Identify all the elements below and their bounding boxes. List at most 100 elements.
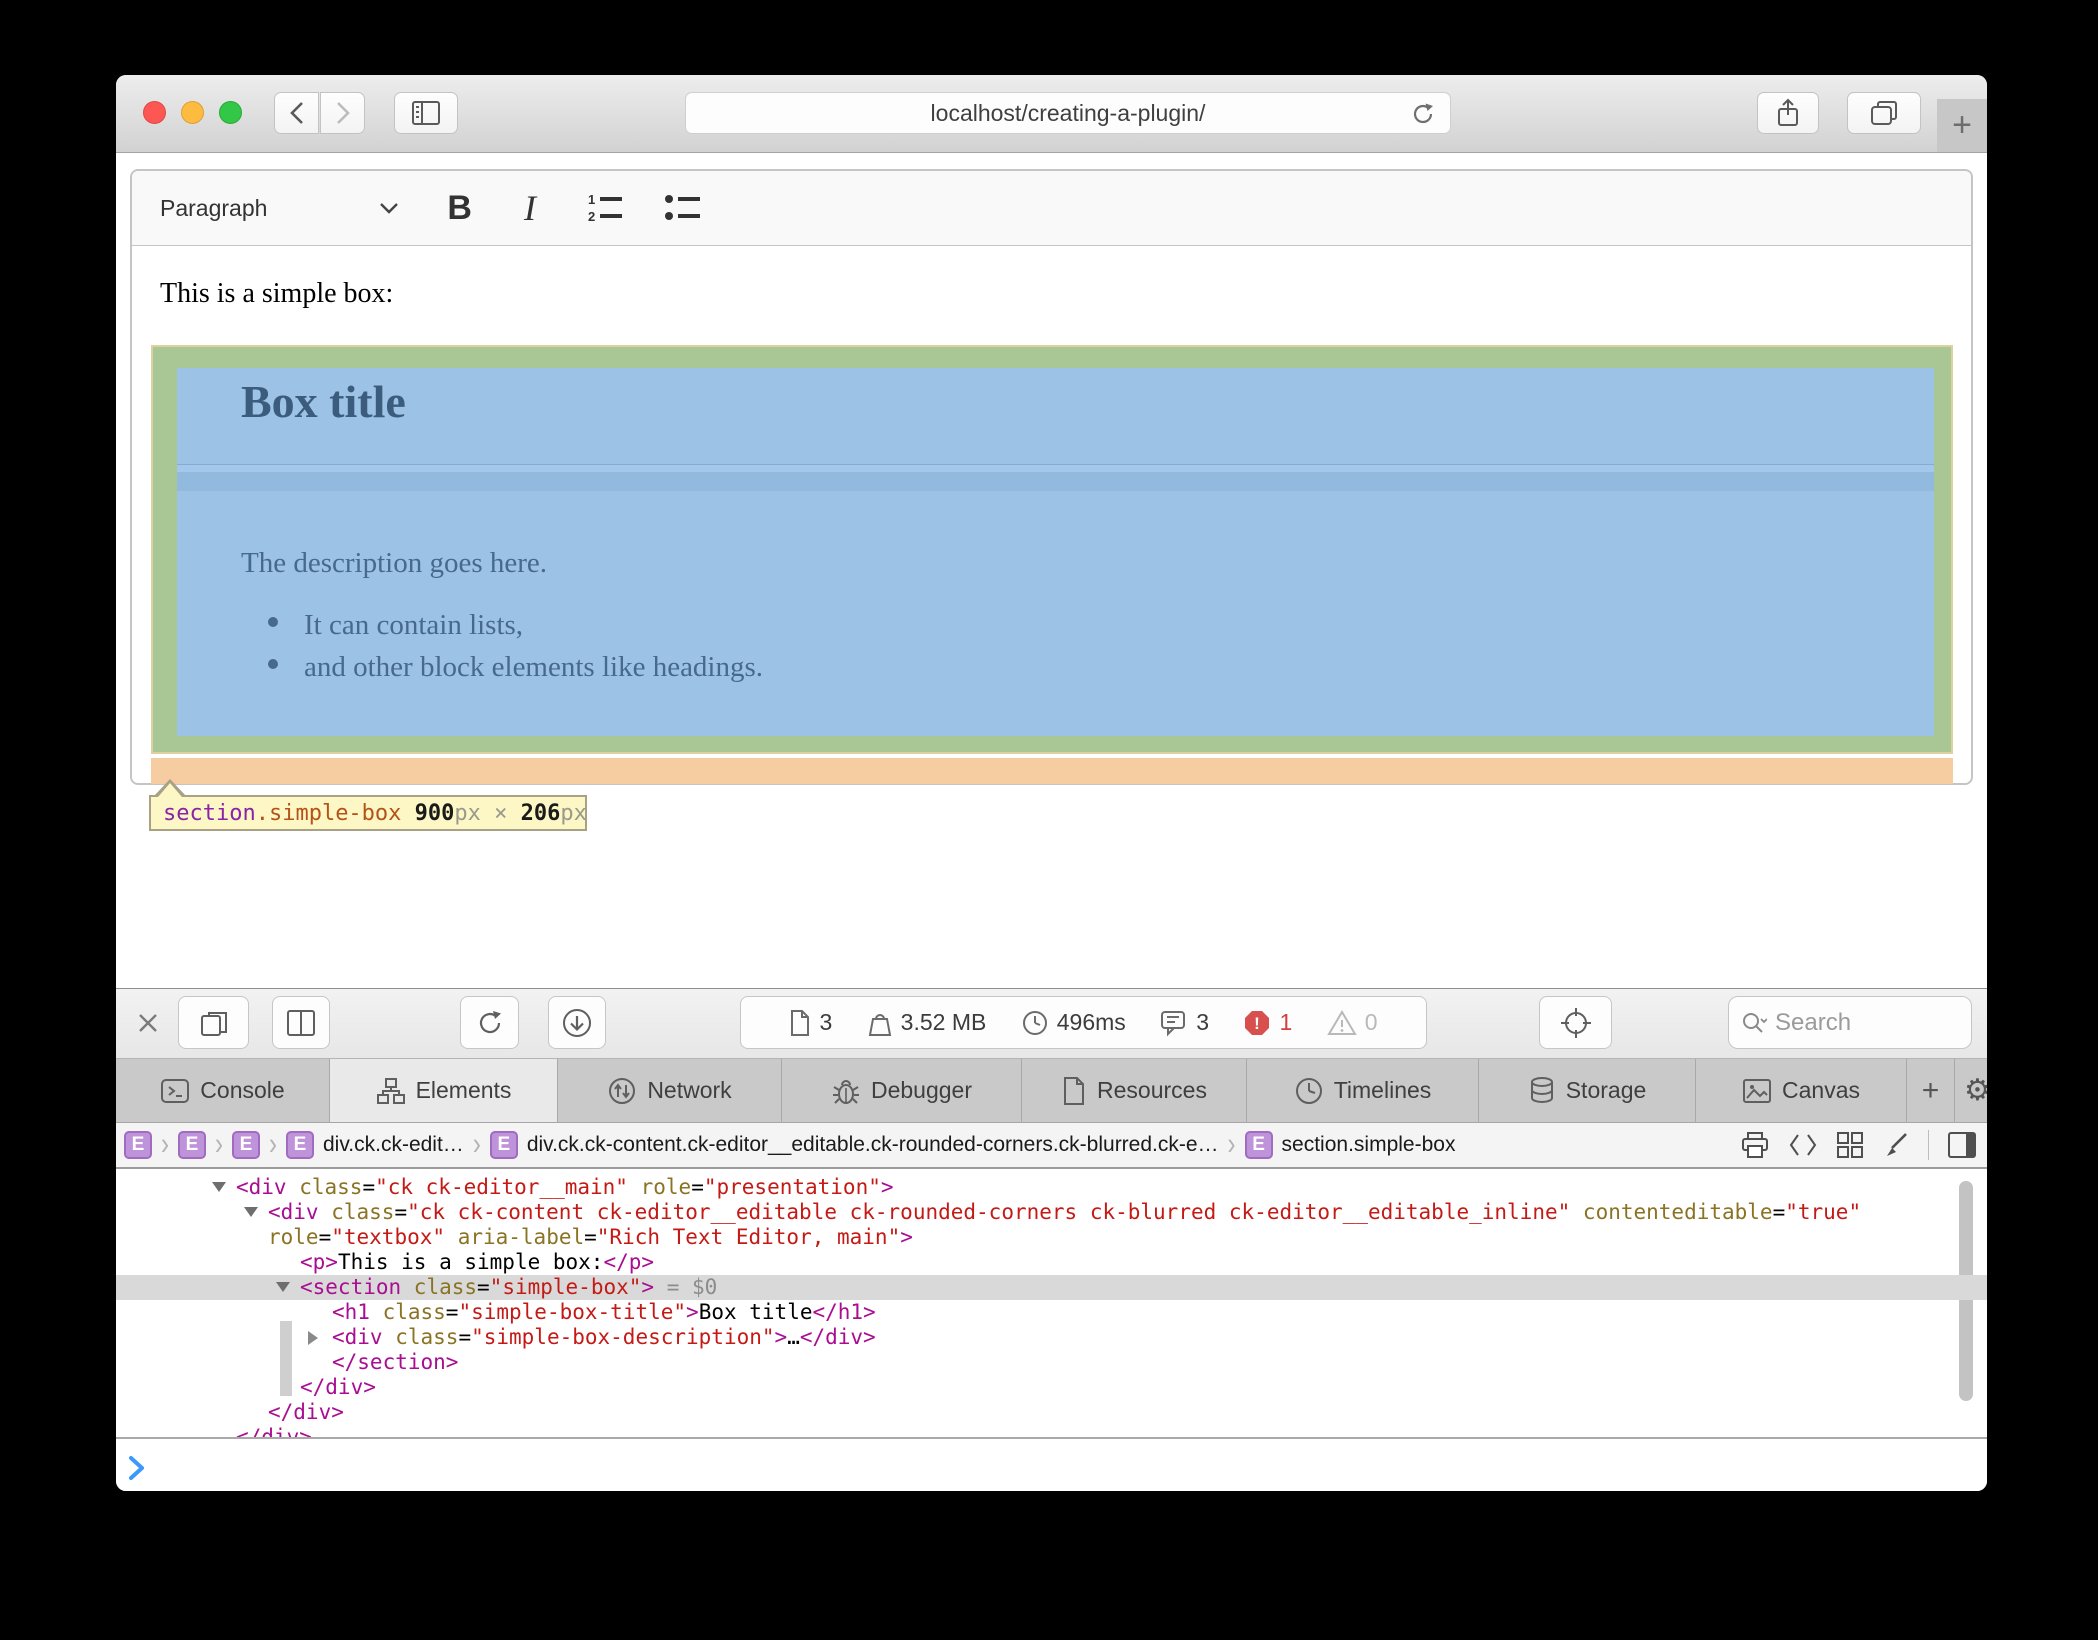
tab-overview-button[interactable] bbox=[1847, 92, 1921, 134]
tab-console[interactable]: Console bbox=[116, 1059, 330, 1122]
collapse-triangle-icon[interactable] bbox=[244, 1207, 258, 1217]
breadcrumb-item[interactable]: Esection.simple-box bbox=[1245, 1131, 1456, 1159]
dom-tree-row[interactable]: <div class="ck ck-content ck-editor__edi… bbox=[116, 1200, 1987, 1225]
box-list-item[interactable]: It can contain lists, bbox=[268, 609, 763, 642]
resources-icon bbox=[1061, 1076, 1087, 1106]
simple-box-highlight[interactable]: Box title The description goes here. It … bbox=[151, 345, 1953, 754]
numbered-list-button[interactable]: 12 bbox=[586, 191, 628, 225]
dom-tree-row[interactable]: </div> bbox=[116, 1375, 1987, 1400]
network-icon bbox=[607, 1076, 637, 1106]
inspector-toolbar: 33.52 MB496ms3!10 Search bbox=[116, 989, 1987, 1059]
storage-icon bbox=[1528, 1076, 1556, 1106]
collapse-triangle-icon[interactable] bbox=[276, 1282, 290, 1292]
bulleted-list-button[interactable] bbox=[664, 191, 704, 225]
element-picker-button[interactable] bbox=[1539, 996, 1612, 1049]
bold-button[interactable]: B bbox=[447, 189, 472, 228]
tab-label: Canvas bbox=[1782, 1077, 1860, 1104]
close-inspector-icon[interactable] bbox=[136, 1011, 160, 1035]
details-sidebar-toggle-icon[interactable] bbox=[1947, 1131, 1977, 1159]
paragraph-dropdown[interactable]: Paragraph bbox=[160, 195, 267, 222]
stat-warning[interactable]: 0 bbox=[1327, 1009, 1378, 1037]
address-bar[interactable]: localhost/creating-a-plugin/ bbox=[685, 92, 1451, 134]
italic-button[interactable]: I bbox=[524, 187, 536, 229]
breadcrumb-item[interactable]: E bbox=[232, 1131, 260, 1159]
stat-error[interactable]: !1 bbox=[1243, 1009, 1292, 1037]
tab-resources[interactable]: Resources bbox=[1022, 1059, 1247, 1122]
back-button[interactable] bbox=[274, 92, 319, 134]
inspector-search-field[interactable]: Search bbox=[1728, 996, 1972, 1049]
stat-weight[interactable]: 3.52 MB bbox=[867, 1009, 987, 1037]
share-button[interactable] bbox=[1757, 92, 1819, 134]
sidebar-toggle-button[interactable] bbox=[394, 92, 458, 134]
chevron-down-icon[interactable] bbox=[377, 200, 401, 216]
tooltip-pointer bbox=[158, 783, 182, 797]
tab-network[interactable]: Network bbox=[558, 1059, 782, 1122]
dom-tree-row[interactable]: </div> bbox=[116, 1425, 1987, 1437]
expand-triangle-icon[interactable] bbox=[308, 1331, 318, 1345]
breadcrumb-item[interactable]: Ediv.ck.ck-edit… bbox=[286, 1131, 464, 1159]
tab-add[interactable]: + bbox=[1907, 1059, 1955, 1122]
resource-stats-button[interactable]: 33.52 MB496ms3!10 bbox=[740, 996, 1427, 1049]
sidebar-icon bbox=[411, 100, 441, 126]
box-title-text[interactable]: Box title bbox=[241, 375, 406, 428]
box-list-item-text: and other block elements like headings. bbox=[304, 651, 763, 684]
reload-page-button[interactable] bbox=[460, 996, 519, 1049]
close-window-button[interactable] bbox=[143, 101, 166, 124]
box-list-item[interactable]: and other block elements like headings. bbox=[268, 651, 763, 684]
tabs-icon bbox=[1869, 99, 1899, 127]
breadcrumb-chevron-icon: › bbox=[215, 1131, 223, 1159]
dom-tree-row[interactable]: <div class="ck ck-editor__main" role="pr… bbox=[116, 1175, 1987, 1200]
stat-document[interactable]: 3 bbox=[789, 1009, 832, 1037]
grid-layout-icon[interactable] bbox=[1836, 1131, 1864, 1159]
dom-tree-row[interactable]: </section> bbox=[116, 1350, 1987, 1375]
code-brackets-icon[interactable] bbox=[1788, 1131, 1818, 1159]
code-token: > bbox=[641, 1275, 654, 1299]
download-page-button[interactable] bbox=[548, 996, 606, 1049]
console-prompt[interactable] bbox=[116, 1437, 1987, 1491]
dock-side-button[interactable] bbox=[272, 996, 330, 1049]
breadcrumb-item[interactable]: E bbox=[124, 1131, 152, 1159]
stat-bubble[interactable]: 3 bbox=[1160, 1009, 1209, 1037]
print-icon[interactable] bbox=[1740, 1131, 1770, 1159]
detach-inspector-button[interactable] bbox=[178, 996, 249, 1049]
dom-tree-row[interactable]: <section class="simple-box"> = $0 bbox=[116, 1275, 1987, 1300]
weight-icon bbox=[867, 1009, 893, 1037]
error-icon: ! bbox=[1243, 1009, 1271, 1037]
tab-debugger[interactable]: Debugger bbox=[782, 1059, 1022, 1122]
new-tab-button[interactable]: + bbox=[1937, 99, 1987, 152]
code-token: > bbox=[881, 1175, 894, 1199]
tooltip-times: × bbox=[494, 801, 507, 826]
editor-paragraph[interactable]: This is a simple box: bbox=[160, 278, 393, 310]
minimize-window-button[interactable] bbox=[181, 101, 204, 124]
forward-button[interactable] bbox=[320, 92, 365, 134]
dom-tree-row[interactable]: <div class="simple-box-description">…</d… bbox=[116, 1325, 1987, 1350]
debugger-icon bbox=[831, 1076, 861, 1106]
reload-icon[interactable] bbox=[1410, 101, 1436, 127]
tab-elements[interactable]: Elements bbox=[330, 1059, 558, 1122]
code-token: > bbox=[900, 1225, 913, 1249]
stat-value: 1 bbox=[1279, 1009, 1292, 1036]
tab-settings[interactable]: ⚙ bbox=[1955, 1059, 1987, 1122]
split-view-icon bbox=[286, 1009, 316, 1037]
stat-clock[interactable]: 496ms bbox=[1021, 1009, 1126, 1037]
styles-brush-icon[interactable] bbox=[1882, 1131, 1910, 1159]
dom-tree-row[interactable]: <p>This is a simple box:</p> bbox=[116, 1250, 1987, 1275]
tab-canvas[interactable]: Canvas bbox=[1696, 1059, 1907, 1122]
stat-value: 0 bbox=[1365, 1009, 1378, 1036]
dom-tree-row[interactable]: role="textbox" aria-label="Rich Text Edi… bbox=[116, 1225, 1987, 1250]
code-token: aria-label bbox=[458, 1225, 584, 1249]
tab-storage[interactable]: Storage bbox=[1479, 1059, 1696, 1122]
code-token: <h1 bbox=[332, 1300, 383, 1324]
box-description-text[interactable]: The description goes here. bbox=[241, 547, 547, 580]
breadcrumb-item[interactable]: E bbox=[178, 1131, 206, 1159]
editor-toolbar: Paragraph B I 12 bbox=[132, 171, 1971, 246]
breadcrumb-item[interactable]: Ediv.ck.ck-content.ck-editor__editable.c… bbox=[490, 1131, 1219, 1159]
zoom-window-button[interactable] bbox=[219, 101, 242, 124]
collapse-triangle-icon[interactable] bbox=[212, 1182, 226, 1192]
code-token: This is a simple box: bbox=[338, 1250, 604, 1274]
dom-tree-row[interactable]: </div> bbox=[116, 1400, 1987, 1425]
tab-timelines[interactable]: Timelines bbox=[1247, 1059, 1479, 1122]
stat-value: 3 bbox=[819, 1009, 832, 1036]
dom-tree-row[interactable]: <h1 class="simple-box-title">Box title</… bbox=[116, 1300, 1987, 1325]
tab-label: Debugger bbox=[871, 1077, 972, 1104]
